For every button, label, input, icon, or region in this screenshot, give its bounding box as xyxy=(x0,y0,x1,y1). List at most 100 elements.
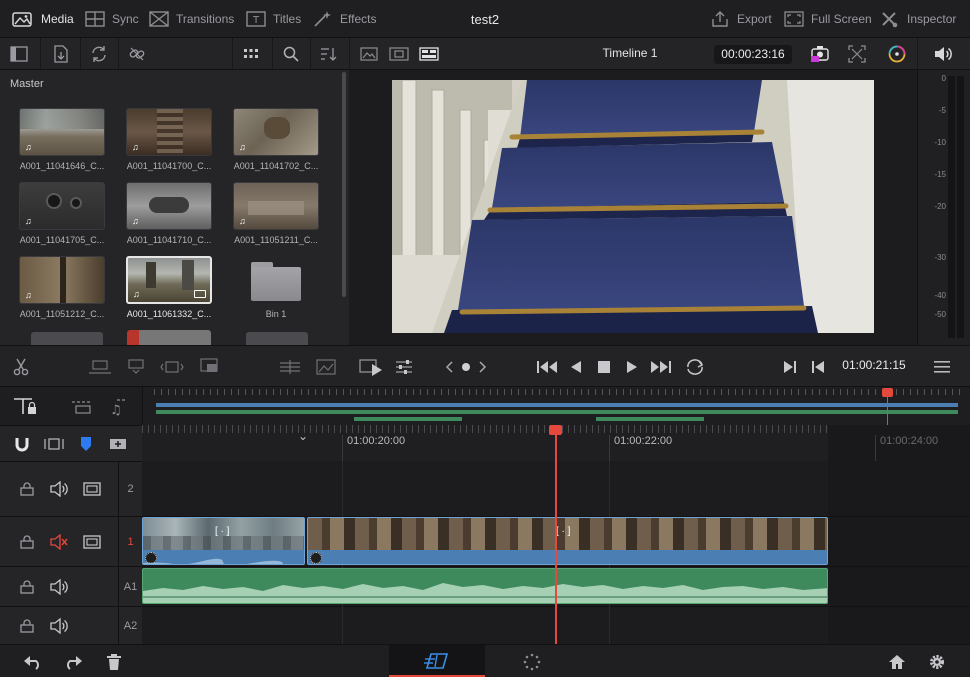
play-timeline-button[interactable] xyxy=(356,354,386,380)
titles-tab[interactable]: T Titles xyxy=(246,0,301,38)
track-header-v2: 2 xyxy=(0,461,142,516)
color-button[interactable] xyxy=(883,42,911,66)
clip-item[interactable]: ♫ A001_11051211_C... xyxy=(226,182,326,245)
overview-playhead-handle[interactable] xyxy=(882,388,893,397)
video-clip[interactable]: [ · ] xyxy=(307,517,828,565)
track-audio-button[interactable] xyxy=(48,615,70,637)
audio-meter-toggle[interactable] xyxy=(928,42,958,66)
bottom-bar xyxy=(0,644,970,677)
loop-button[interactable] xyxy=(682,354,708,380)
track-mute-button[interactable] xyxy=(48,531,70,553)
unlink-button[interactable] xyxy=(124,42,150,66)
prev-edit-button[interactable] xyxy=(806,354,830,380)
clip-thumbnail: ♫ xyxy=(126,182,212,230)
marker-button[interactable] xyxy=(74,432,98,456)
replace-clip-button[interactable] xyxy=(158,354,186,380)
media-tab[interactable]: Media xyxy=(12,0,74,38)
home-button[interactable] xyxy=(884,650,910,674)
transform-button[interactable] xyxy=(843,42,871,66)
media-pool-scrollbar[interactable] xyxy=(342,72,346,297)
search-button[interactable] xyxy=(278,42,304,66)
bin-folder[interactable]: Bin 1 xyxy=(226,256,326,319)
clip-thumbnail-partial[interactable] xyxy=(31,332,103,345)
next-edit-button[interactable] xyxy=(778,354,802,380)
go-to-start-button[interactable] xyxy=(534,354,560,380)
undo-button[interactable] xyxy=(20,650,46,674)
blade-tool-button[interactable] xyxy=(8,354,34,380)
marker-navigation[interactable] xyxy=(440,354,492,380)
stop-button[interactable] xyxy=(592,354,616,380)
prev-edit-icon xyxy=(812,361,824,373)
track-lock-button[interactable] xyxy=(16,576,38,598)
add-track-button[interactable] xyxy=(106,432,130,456)
mute-icon xyxy=(50,534,68,550)
film-strip-icon xyxy=(389,47,409,61)
cut-page-tab[interactable] xyxy=(389,645,485,677)
effects-tab[interactable]: Effects xyxy=(313,0,376,38)
meter-bar-right xyxy=(957,76,964,338)
transitions-tab[interactable]: Transitions xyxy=(149,0,234,38)
linked-selection-button[interactable] xyxy=(42,432,66,456)
clip-item[interactable]: ♫ A001_11041702_C... xyxy=(226,108,326,171)
overview-audio-track xyxy=(156,410,958,414)
video-frame[interactable] xyxy=(392,80,874,333)
inspector-button[interactable]: Inspector xyxy=(880,0,956,38)
sort-button[interactable] xyxy=(316,42,342,66)
sync-tab[interactable]: Sync xyxy=(85,0,139,38)
clip-item[interactable]: ♫ A001_11051212_C... xyxy=(12,256,112,319)
go-to-end-button[interactable] xyxy=(648,354,674,380)
sync-icon xyxy=(85,11,105,27)
place-on-top-button[interactable] xyxy=(196,354,224,380)
thumbnail-view-button[interactable] xyxy=(238,42,264,66)
play-button[interactable] xyxy=(620,354,644,380)
timeline-view-button[interactable] xyxy=(416,42,442,66)
clip-thumbnail-partial[interactable] xyxy=(127,330,211,345)
clip-item[interactable]: ♫ A001_11041705_C... xyxy=(12,182,112,245)
clip-item[interactable]: ♫ A001_11041710_C... xyxy=(119,182,219,245)
playhead-line[interactable] xyxy=(555,461,557,644)
snapping-button[interactable] xyxy=(10,432,34,456)
audio-link-button[interactable]: ♫ xyxy=(104,393,132,419)
delete-button[interactable] xyxy=(101,650,127,674)
folder-partial[interactable] xyxy=(246,332,308,345)
meter-tick: -40 xyxy=(934,291,946,300)
track-audio-button[interactable] xyxy=(48,576,70,598)
track-lock-button[interactable] xyxy=(16,478,38,500)
import-media-button[interactable] xyxy=(48,42,74,66)
film-play-icon xyxy=(359,359,382,376)
panel-toggle-button[interactable] xyxy=(6,42,32,66)
insert-clip-button[interactable] xyxy=(86,354,114,380)
track-video-toggle[interactable] xyxy=(80,478,104,500)
track-lock-button[interactable] xyxy=(16,531,38,553)
clip-item-selected[interactable]: ♫ A001_11061332_C... xyxy=(119,256,219,319)
overwrite-clip-button[interactable] xyxy=(122,354,150,380)
camera-button[interactable] xyxy=(806,42,834,66)
source-clip-view-button[interactable] xyxy=(356,42,382,66)
fairlight-page-tab[interactable] xyxy=(519,650,545,674)
menu-button[interactable] xyxy=(928,354,956,380)
source-overwrite-button[interactable] xyxy=(312,354,340,380)
play-reverse-button[interactable] xyxy=(564,354,588,380)
ruler-label: 01:00:20:00 xyxy=(347,435,406,447)
track-lock-tool[interactable] xyxy=(10,393,40,419)
full-screen-button[interactable]: Full Screen xyxy=(784,0,872,38)
relink-button[interactable] xyxy=(86,42,112,66)
track-video-toggle[interactable] xyxy=(80,531,104,553)
source-tape-view-button[interactable] xyxy=(386,42,412,66)
export-button[interactable]: Export xyxy=(710,0,772,38)
timeline-selector[interactable]: Timeline 1 xyxy=(590,46,670,60)
ruler-chevron-icon[interactable]: ⌄ xyxy=(298,429,308,443)
link-clips-button[interactable] xyxy=(68,393,96,419)
track-lock-button[interactable] xyxy=(16,615,38,637)
redo-button[interactable] xyxy=(60,650,86,674)
clip-item[interactable]: ♫ A001_11041700_C... xyxy=(119,108,219,171)
audio-clip[interactable] xyxy=(142,568,828,604)
settings-button[interactable] xyxy=(924,650,950,674)
track-audio-button[interactable] xyxy=(48,478,70,500)
fit-to-fill-button[interactable] xyxy=(276,354,304,380)
audio-mixer-button[interactable] xyxy=(390,354,418,380)
video-clip[interactable]: [ · ] xyxy=(142,517,305,565)
clip-item[interactable]: ♫ A001_11041646_C... xyxy=(12,108,112,171)
home-icon xyxy=(889,655,905,669)
speaker-icon xyxy=(50,481,68,497)
